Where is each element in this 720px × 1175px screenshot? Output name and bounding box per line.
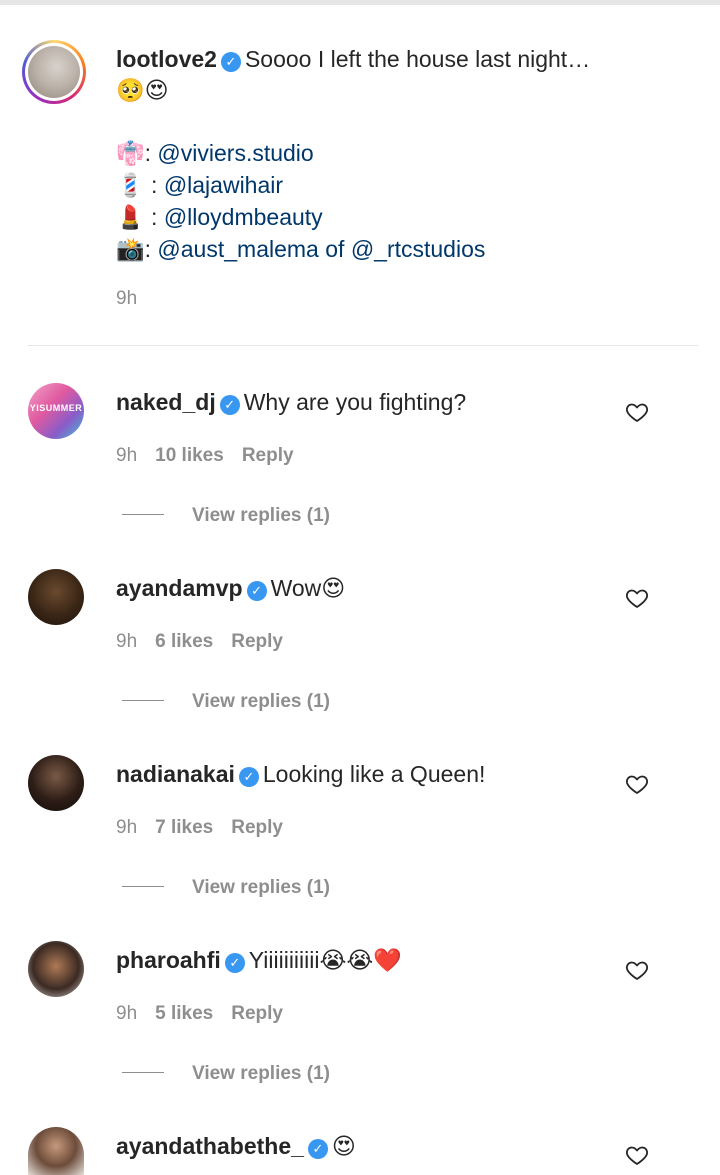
commenter-avatar[interactable]: YISUMMER [28,383,84,439]
author-avatar-story-ring[interactable] [22,40,86,104]
caption-divider [28,345,698,346]
commenter-username[interactable]: ayandathabethe_ [116,1133,304,1159]
comment-text: 😍 [331,1133,356,1159]
reply-button[interactable]: Reply [231,631,283,652]
caption-line: Soooo I left the house last night… [244,46,591,72]
comment-meta: 9h 6 likes Reply [116,631,301,653]
comment-meta: 9h 5 likes Reply [116,1003,301,1025]
kimono-icon: 👘 [116,141,145,167]
verified-badge-icon: ✓ [220,52,241,72]
camera-flash-icon: 📸 [116,237,145,263]
author-avatar[interactable] [28,46,80,98]
verified-badge-icon: ✓ [219,395,240,415]
commenter-avatar[interactable] [28,941,84,997]
view-replies-button[interactable]: View replies (1) [122,1063,330,1085]
avatar-label: YISUMMER [29,403,83,413]
comment-item: nadianakai ✓ Looking like a Queen! 9h 7 lik… [0,755,720,940]
commenter-username[interactable]: pharoahfi [116,947,221,973]
comment-timestamp: 9h [116,631,138,652]
commenter-avatar[interactable] [28,1127,84,1175]
comment-text: Looking like a Queen! [262,761,486,787]
view-replies-button[interactable]: View replies (1) [122,877,330,899]
heart-outline-icon[interactable] [625,772,649,796]
verified-badge-icon: ✓ [238,767,259,787]
heart-outline-icon[interactable] [625,400,649,424]
reply-button[interactable]: Reply [231,1003,283,1024]
mention-link[interactable]: @lajawihair [164,172,283,198]
caption-text: lootlove2 ✓ Soooo I left the house last ni… [116,44,696,266]
commenter-username[interactable]: nadianakai [116,761,235,787]
comment-meta: 9h 10 likes Reply [116,445,312,467]
comment-item: ayandamvp ✓ Wow😍 9h 6 likes Reply View repli… [0,569,720,754]
credit-line-hair: 💈 : @lajawihair [116,172,284,199]
comment-text: Why are you fighting? [243,389,467,415]
lipstick-icon: 💄 [116,205,145,231]
replies-rule [122,886,164,887]
comment-body: pharoahfi ✓ Yiiiiiiiiiii😭😭❤️ [116,945,616,975]
post-caption: lootlove2 ✓ Soooo I left the house last ni… [0,0,720,346]
comment-likes[interactable]: 5 likes [155,1003,213,1024]
comment-item: ayandathabethe_ ✓ 😍 [0,1127,720,1175]
view-replies-button[interactable]: View replies (1) [122,691,330,713]
comment-body: naked_dj ✓ Why are you fighting? [116,387,616,417]
reply-button[interactable]: Reply [231,817,283,838]
credit-line-photo: 📸: @aust_malema of @_rtcstudios [116,236,486,263]
mention-link[interactable]: @lloydmbeauty [164,204,323,230]
replies-rule [122,700,164,701]
mention-link[interactable]: @_rtcstudios [351,236,486,262]
comment-timestamp: 9h [116,1003,138,1024]
commenter-username[interactable]: ayandamvp [116,575,243,601]
credit-line-outfit: 👘: @viviers.studio [116,140,314,167]
commenter-avatar[interactable] [28,755,84,811]
comment-likes[interactable]: 7 likes [155,817,213,838]
replies-rule [122,514,164,515]
credit-line-makeup: 💄 : @lloydmbeauty [116,204,323,231]
comment-timestamp: 9h [116,817,138,838]
verified-badge-icon: ✓ [246,581,267,601]
comment-text: Wow😍 [270,575,346,601]
comment-item: pharoahfi ✓ Yiiiiiiiiiii😭😭❤️ 9h 5 likes Repl… [0,941,720,1126]
verified-badge-icon: ✓ [307,1139,328,1159]
comment-timestamp: 9h [116,445,138,466]
heart-outline-icon[interactable] [625,586,649,610]
comment-body: ayandamvp ✓ Wow😍 [116,573,616,603]
comment-text: Yiiiiiiiiiii😭😭❤️ [248,947,402,973]
comment-meta: 9h 7 likes Reply [116,817,301,839]
commenter-username[interactable]: naked_dj [116,389,216,415]
view-replies-button[interactable]: View replies (1) [122,505,330,527]
barber-pole-icon: 💈 [116,173,145,199]
commenter-avatar[interactable] [28,569,84,625]
author-username[interactable]: lootlove2 [116,46,217,72]
replies-rule [122,1072,164,1073]
reply-button[interactable]: Reply [242,445,294,466]
verified-badge-icon: ✓ [224,953,245,973]
comment-body: nadianakai ✓ Looking like a Queen! [116,759,616,789]
comment-item: YISUMMER naked_dj ✓ Why are you fighting? … [0,383,720,568]
comment-body: ayandathabethe_ ✓ 😍 [116,1131,616,1161]
mention-link[interactable]: @aust_malema [157,236,318,262]
comment-likes[interactable]: 10 likes [155,445,224,466]
heart-outline-icon[interactable] [625,958,649,982]
caption-timestamp: 9h [116,288,138,309]
mention-link[interactable]: @viviers.studio [157,140,313,166]
heart-outline-icon[interactable] [625,1143,649,1167]
comment-likes[interactable]: 6 likes [155,631,213,652]
caption-emojis: 🥺😍 [116,78,169,104]
